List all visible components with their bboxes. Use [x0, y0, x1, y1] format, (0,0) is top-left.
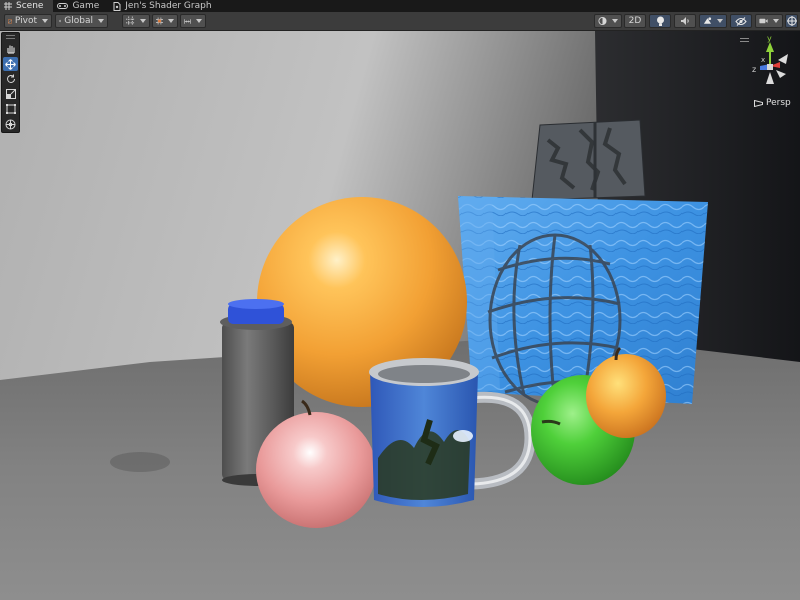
- chevron-down-icon: [140, 19, 146, 23]
- axis-y-cone[interactable]: [766, 42, 774, 52]
- shading-mode-icon: [598, 16, 607, 26]
- perspective-icon: [754, 99, 763, 107]
- scale-icon: [5, 89, 16, 99]
- pivot-icon: [8, 19, 12, 23]
- shading-mode-dropdown[interactable]: [594, 14, 622, 28]
- camera-settings-dropdown[interactable]: [755, 14, 783, 28]
- tab-game-label: Game: [72, 1, 100, 11]
- rotate-tool-button[interactable]: [3, 72, 18, 86]
- chevron-down-icon: [42, 19, 48, 23]
- camera-mode-toggle[interactable]: Persp: [754, 98, 791, 108]
- axis-x-label: x: [761, 56, 765, 64]
- chevron-down-icon: [612, 19, 618, 23]
- rect-tool-icon: [5, 104, 16, 114]
- effects-dropdown[interactable]: [699, 14, 727, 28]
- increment-snap-icon: [156, 17, 163, 25]
- grid-snap-icon: [126, 16, 135, 26]
- pivot-dropdown[interactable]: Pivot: [4, 14, 52, 28]
- scene-render: [0, 31, 800, 600]
- visibility-icon: [735, 16, 747, 26]
- gizmos-toggle[interactable]: [785, 14, 798, 28]
- audio-icon: [681, 17, 689, 25]
- pivot-label: Pivot: [14, 16, 37, 26]
- hand-icon: [6, 45, 15, 54]
- tab-bar: Scene Game Jen's Shader Graph: [0, 0, 800, 12]
- chevron-down-icon: [717, 19, 723, 23]
- axis-z-label: z: [752, 65, 756, 74]
- camera-mode-label: Persp: [766, 98, 791, 108]
- scale-tool-button[interactable]: [3, 87, 18, 101]
- axis-neg-y-cone[interactable]: [766, 72, 774, 84]
- chevron-down-icon: [168, 19, 174, 23]
- transform-icon: [5, 119, 16, 129]
- move-icon: [5, 58, 16, 70]
- hand-tool-button[interactable]: [3, 42, 18, 56]
- rotate-icon: [6, 74, 15, 83]
- tab-game[interactable]: Game: [53, 0, 109, 12]
- transform-tool-button[interactable]: [3, 117, 18, 131]
- chevron-down-icon: [196, 19, 202, 23]
- mode-2d-label: 2D: [628, 16, 642, 26]
- chevron-down-icon: [98, 19, 104, 23]
- drag-handle[interactable]: [6, 35, 15, 39]
- gizmos-icon: [786, 16, 797, 26]
- scene-viewport[interactable]: [0, 31, 800, 600]
- grid-visibility-dropdown[interactable]: [122, 14, 150, 28]
- tool-palette: [1, 32, 20, 133]
- scene-toolbar: Pivot Global 2D: [0, 12, 800, 31]
- tab-shader-graph[interactable]: Jen's Shader Graph: [109, 0, 221, 12]
- orientation-gizmo[interactable]: y z x: [740, 36, 796, 92]
- tab-scene-label: Scene: [16, 1, 44, 11]
- mode-2d-toggle[interactable]: 2D: [624, 14, 646, 28]
- lighting-icon: [656, 16, 664, 26]
- tab-shader-graph-label: Jen's Shader Graph: [125, 1, 212, 11]
- gamepad-icon: [57, 3, 69, 9]
- axis-y-label: y: [767, 36, 772, 43]
- move-tool-button[interactable]: [3, 57, 18, 71]
- grid-icon: [4, 2, 12, 10]
- visibility-toggle[interactable]: [730, 14, 752, 28]
- ruler-icon: [184, 18, 191, 24]
- effects-icon: [703, 17, 712, 24]
- shader-graph-icon: [113, 1, 121, 11]
- globe-icon: [59, 19, 62, 23]
- chevron-down-icon: [773, 19, 779, 23]
- lighting-toggle[interactable]: [649, 14, 671, 28]
- grid-snapping-dropdown[interactable]: [152, 14, 178, 28]
- increment-snapping-dropdown[interactable]: [180, 14, 206, 28]
- audio-toggle[interactable]: [674, 14, 696, 28]
- camera-icon: [759, 18, 768, 24]
- global-label: Global: [64, 16, 93, 26]
- axis-neg-x-cone[interactable]: [776, 70, 786, 78]
- gizmo-handle-icon: [740, 38, 749, 42]
- gizmo-center-cube[interactable]: [767, 64, 773, 70]
- global-dropdown[interactable]: Global: [55, 14, 108, 28]
- tab-scene[interactable]: Scene: [0, 0, 54, 12]
- rect-tool-button[interactable]: [3, 102, 18, 116]
